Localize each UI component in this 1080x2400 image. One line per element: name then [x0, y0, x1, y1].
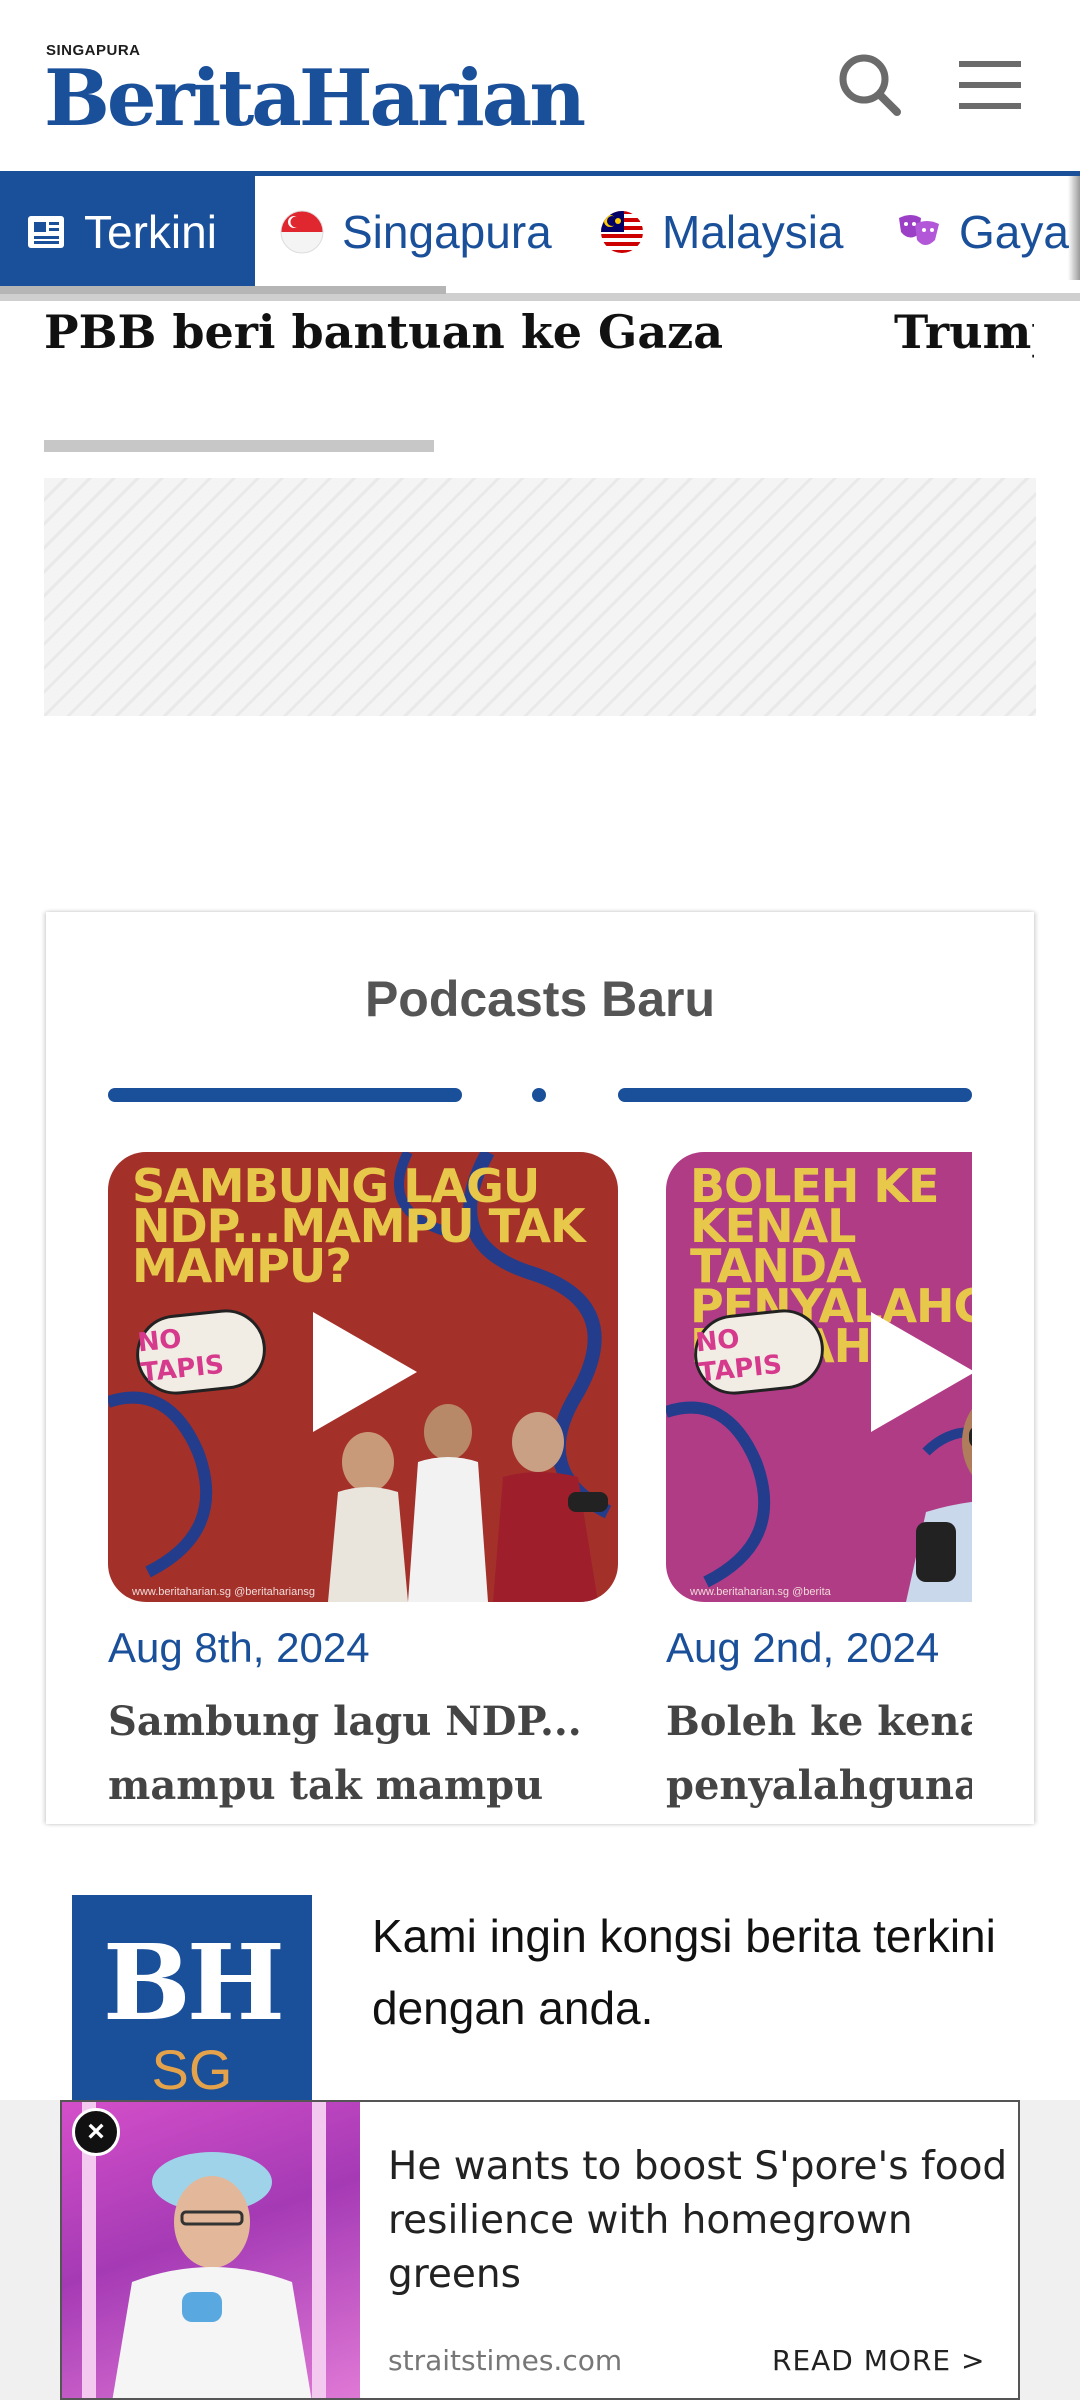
ticker-progress-bar — [44, 440, 434, 452]
singapore-flag-icon — [280, 210, 324, 254]
podcast-title[interactable]: Boleh ke kenal tanda penyalahgunaan — [666, 1690, 972, 1818]
hamburger-menu-icon — [959, 61, 1021, 109]
podcast-thumbnail[interactable]: SAMBUNG LAGU NDP...MAMPU TAK MAMPU? NO T… — [108, 1152, 618, 1602]
carousel-indicator[interactable] — [618, 1088, 972, 1102]
carousel-indicators — [108, 1088, 972, 1104]
podcast-card[interactable]: SAMBUNG LAGU NDP...MAMPU TAK MAMPU? NO T… — [108, 1152, 618, 1818]
notification-promo-text: Kami ingin kongsi berita terkini dengan … — [372, 1910, 996, 2034]
thumbnail-title: SAMBUNG LAGU NDP...MAMPU TAK MAMPU? — [132, 1159, 586, 1293]
nav-scroll-fade — [1068, 176, 1080, 280]
read-more-link[interactable]: READ MORE > — [772, 2344, 985, 2377]
ad-source: straitstimes.com — [388, 2344, 623, 2377]
close-icon: × — [87, 2115, 105, 2148]
podcast-title[interactable]: Sambung lagu NDP... mampu tak mampu — [108, 1690, 618, 1818]
site-header: SINGAPURA BeritaHarian — [0, 0, 1080, 176]
malaysia-flag-icon — [600, 210, 644, 254]
tab-malaysia[interactable]: Malaysia — [600, 176, 844, 288]
close-ad-button[interactable]: × — [72, 2108, 120, 2156]
podcast-carousel[interactable]: SAMBUNG LAGU NDP...MAMPU TAK MAMPU? NO T… — [108, 1152, 972, 1824]
site-logo[interactable]: BeritaHarian — [44, 54, 586, 144]
tab-label: Gaya — [959, 206, 1069, 258]
newspaper-icon — [26, 214, 66, 250]
bh-logo-sub: SG — [151, 2038, 233, 2101]
tab-label: Singapura — [342, 206, 552, 258]
ticker-headline[interactable]: PBB beri bantuan ke Gaza — [44, 305, 723, 359]
tab-label: Malaysia — [662, 206, 844, 258]
podcast-date: Aug 8th, 2024 — [108, 1624, 370, 1671]
sponsored-ad[interactable]: He wants to boost S'pore's food resilien… — [60, 2100, 1020, 2400]
podcast-date: Aug 2nd, 2024 — [666, 1624, 940, 1671]
section-title: Podcasts Baru — [364, 971, 716, 1027]
play-icon[interactable] — [871, 1312, 972, 1432]
thumbnail-footer: www.beritaharian.sg @beritahariansg — [132, 1586, 315, 1598]
podcast-title-line: Sambung lagu NDP... — [108, 1698, 582, 1745]
thumbnail-footer: www.beritaharian.sg @berita — [690, 1586, 831, 1598]
ad-placeholder — [44, 478, 1036, 716]
theater-masks-icon — [897, 212, 941, 252]
nav-scroll-thumb[interactable] — [0, 286, 446, 294]
bh-logo-letters: BH — [102, 1921, 285, 2044]
tab-label: Terkini — [84, 206, 217, 258]
search-button[interactable] — [835, 50, 905, 120]
carousel-indicator-dot[interactable] — [532, 1088, 546, 1102]
podcasts-section: Podcasts Baru SAMBUNG LAGU NDP...MAMPU T… — [46, 912, 1034, 1824]
nav-scroll-track — [0, 293, 1080, 301]
menu-button[interactable] — [955, 55, 1025, 115]
play-icon[interactable] — [313, 1312, 417, 1432]
search-icon — [839, 54, 901, 116]
ad-headline[interactable]: He wants to boost S'pore's food resilien… — [388, 2140, 1008, 2302]
tab-singapura[interactable]: Singapura — [280, 176, 552, 288]
tab-terkini[interactable]: Terkini — [0, 176, 255, 288]
podcast-title-line: penyalahgunaan — [666, 1762, 972, 1809]
podcast-card[interactable]: BOLEH KE KENAL TANDA PENYALAHGUNA DADAH?… — [666, 1152, 972, 1818]
carousel-indicator-active[interactable] — [108, 1088, 462, 1102]
ticker-headline[interactable]: Trump — [894, 305, 1034, 359]
bh-sg-logo: BH SG — [72, 1895, 312, 2105]
tab-gaya[interactable]: Gaya — [897, 176, 1069, 288]
podcast-thumbnail[interactable]: BOLEH KE KENAL TANDA PENYALAHGUNA DADAH?… — [666, 1152, 972, 1602]
podcast-title-line: mampu tak mampu — [108, 1762, 544, 1809]
podcast-title-line: Boleh ke kenal tanda — [666, 1698, 972, 1745]
